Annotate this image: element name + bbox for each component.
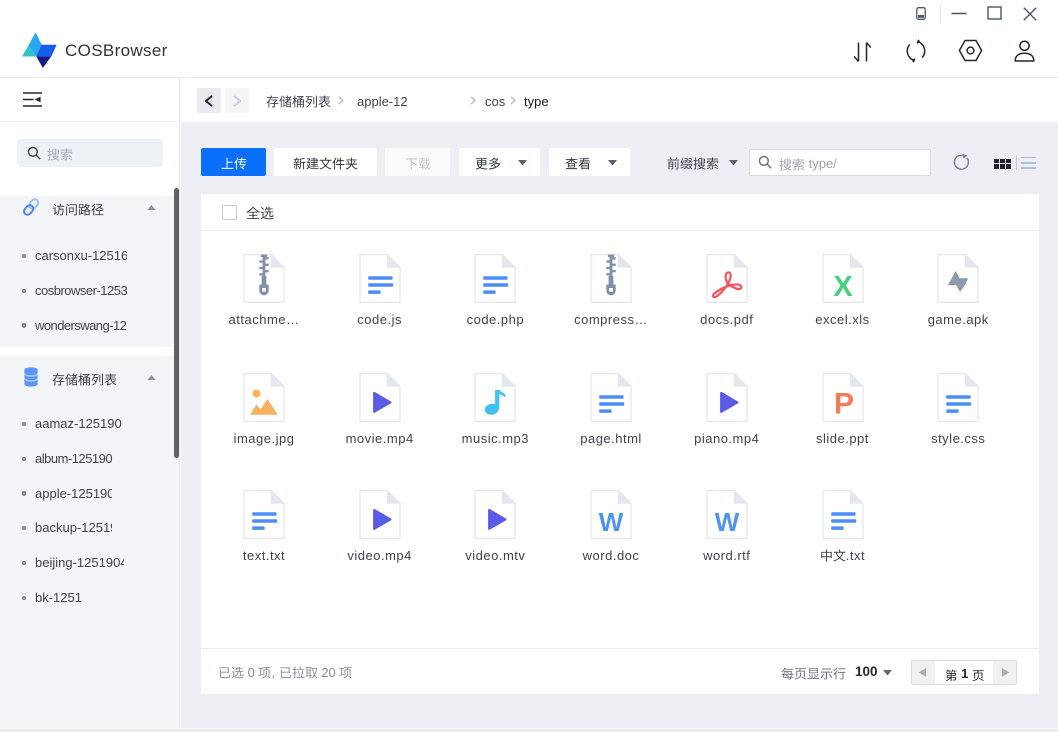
svg-text:W: W — [715, 507, 740, 537]
svg-text:W: W — [599, 507, 624, 537]
svg-text:X: X — [833, 271, 853, 303]
svg-text:P: P — [833, 388, 853, 421]
